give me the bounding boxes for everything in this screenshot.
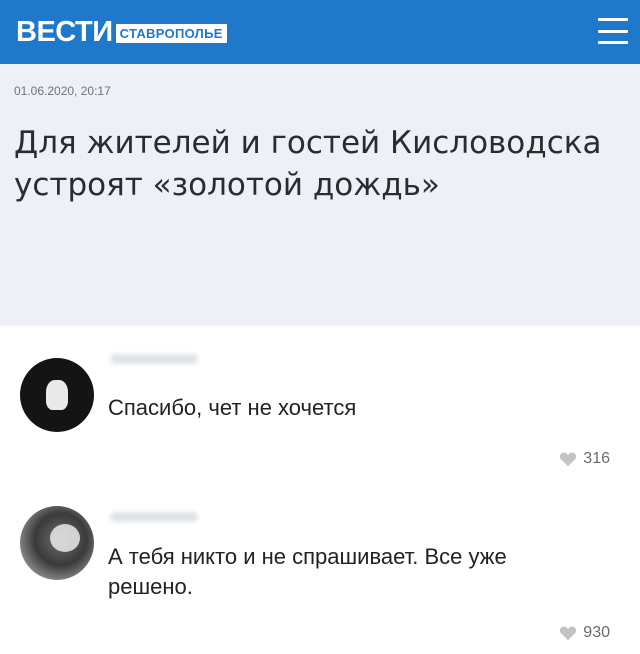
article-date: 01.06.2020, 20:17 <box>14 84 111 98</box>
menu-line <box>598 29 628 33</box>
avatar-figure <box>46 380 68 410</box>
like-count: 316 <box>583 450 610 467</box>
site-logo[interactable]: ВЕСТИ СТАВРОПОЛЬЕ <box>16 16 227 48</box>
menu-line <box>598 18 628 21</box>
avatar[interactable] <box>20 358 94 432</box>
like-button[interactable]: 930 <box>559 624 610 642</box>
comment-item: А тебя никто и не спрашивает. Все уже ре… <box>0 494 640 654</box>
logo-main-text: ВЕСТИ <box>16 16 113 48</box>
article-headline[interactable]: Для жителей и гостей Кисловодска устроят… <box>14 122 626 206</box>
author-name-redacted <box>110 354 198 364</box>
like-count: 930 <box>583 624 610 641</box>
top-bar: ВЕСТИ СТАВРОПОЛЬЕ <box>0 0 640 64</box>
comment-item: Спасибо, чет не хочется 316 <box>0 340 640 480</box>
hamburger-menu-icon[interactable] <box>598 18 628 44</box>
article-header: 01.06.2020, 20:17 Для жителей и гостей К… <box>0 64 640 326</box>
comment-text: Спасибо, чет не хочется <box>108 395 357 420</box>
heart-icon <box>560 626 577 641</box>
author-name-redacted <box>110 512 198 522</box>
avatar-figure <box>50 524 80 552</box>
like-button[interactable]: 316 <box>559 450 610 468</box>
avatar[interactable] <box>20 506 94 580</box>
logo-region-text: СТАВРОПОЛЬЕ <box>115 23 227 43</box>
heart-icon <box>560 452 577 467</box>
menu-line <box>598 41 628 44</box>
comment-text: А тебя никто и не спрашивает. Все уже ре… <box>108 544 507 599</box>
